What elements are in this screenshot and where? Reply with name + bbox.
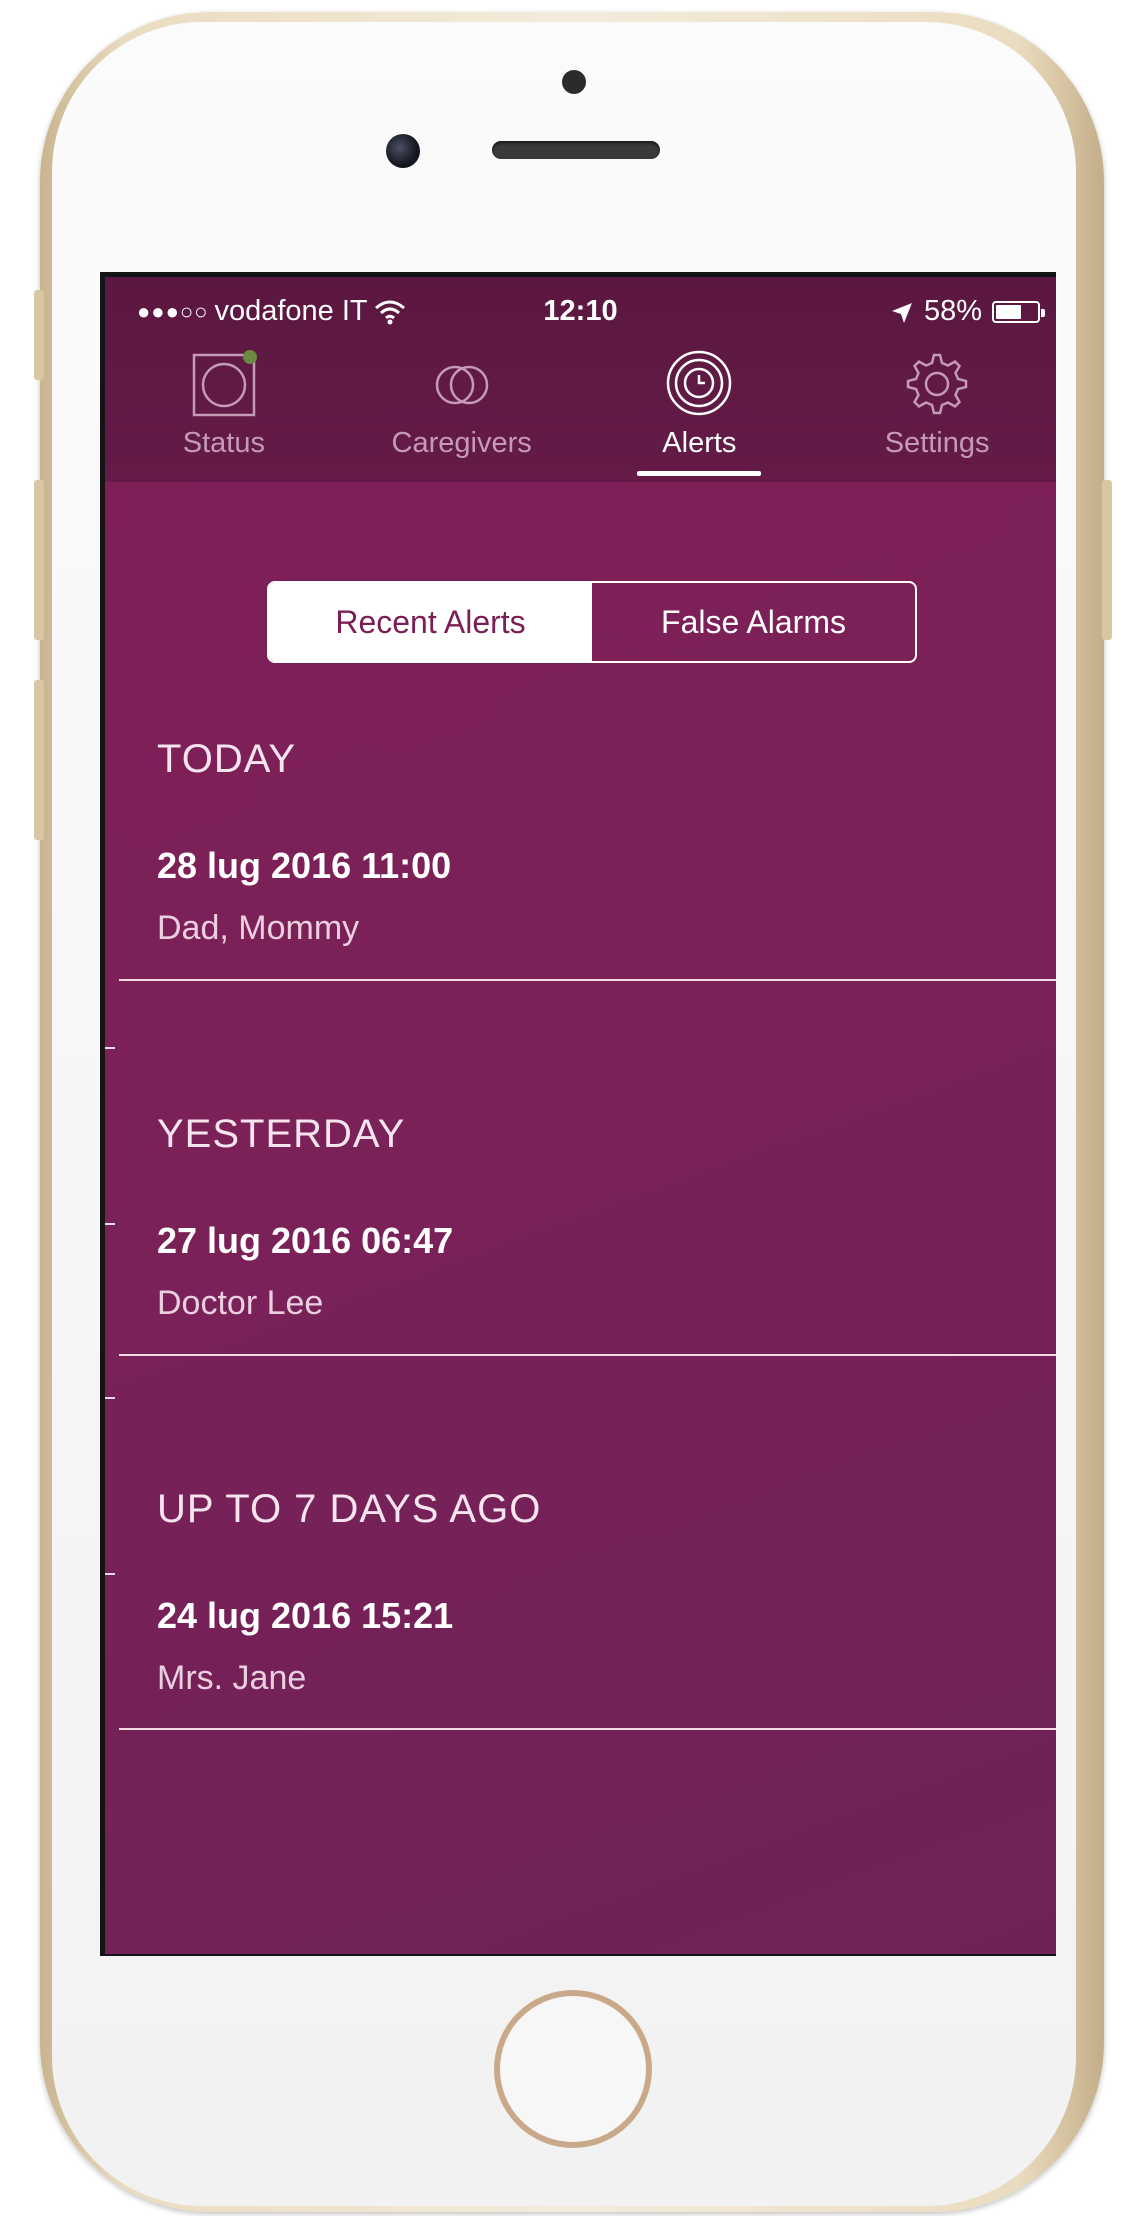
alert-time: 24 lug 2016 15:21 [157,1595,454,1636]
divider [119,1354,1056,1356]
status-bar-right: 58% [890,295,1045,328]
divider [119,979,1056,981]
alert-time: 27 lug 2016 06:47 [157,1220,454,1261]
alerts-icon [663,347,735,419]
tab-status[interactable]: Status [105,341,343,482]
app-view: ●●●○○ vodafone IT 12:10 58% Status Careg… [105,277,1056,1954]
tab-caregivers[interactable]: Caregivers [343,341,581,482]
tab-bar: Status Caregivers Alerts Settings [105,341,1056,482]
section-heading-week: UP TO 7 DAYS AGO [157,1487,542,1531]
alert-recipients: Mrs. Jane [157,1659,307,1697]
section-heading-yesterday: YESTERDAY [157,1112,406,1156]
active-tab-indicator [637,471,762,476]
tab-settings[interactable]: Settings [818,341,1056,482]
alerts-segmented-control: Recent Alerts False Alarms [267,581,917,663]
segment-false-alarms[interactable]: False Alarms [592,583,915,661]
front-camera [386,134,420,168]
segment-recent-alerts[interactable]: Recent Alerts [269,583,592,661]
gear-icon [901,347,973,419]
tab-status-label: Status [182,427,265,459]
battery-percent: 58% [923,295,982,327]
location-arrow-icon [890,300,914,324]
status-bar: ●●●○○ vodafone IT 12:10 58% [105,277,1056,341]
alert-recipients: Doctor Lee [157,1284,324,1322]
list-tick [105,1397,115,1399]
proximity-sensor [562,70,586,94]
tab-caregivers-label: Caregivers [391,427,532,459]
mute-switch [34,290,44,380]
screen: ●●●○○ vodafone IT 12:10 58% Status Careg… [100,272,1056,1956]
tab-alerts[interactable]: Alerts [581,341,819,482]
status-icon [188,347,260,419]
divider [119,1728,1056,1730]
tab-alerts-label: Alerts [662,427,737,459]
alert-recipients: Dad, Mommy [157,909,360,947]
app-header: ●●●○○ vodafone IT 12:10 58% Status Careg… [105,277,1056,482]
battery-icon [992,300,1045,323]
alert-time: 28 lug 2016 11:00 [157,845,452,886]
home-button[interactable] [494,1990,652,2148]
list-tick [105,1223,115,1225]
list-tick [105,1573,115,1575]
power-button [1102,480,1112,640]
list-tick [105,1047,115,1049]
caregivers-icon [426,347,498,419]
volume-up-button [34,480,44,640]
tab-settings-label: Settings [884,427,990,459]
section-heading-today: TODAY [157,737,297,781]
earpiece-speaker [492,141,660,159]
volume-down-button [34,680,44,840]
